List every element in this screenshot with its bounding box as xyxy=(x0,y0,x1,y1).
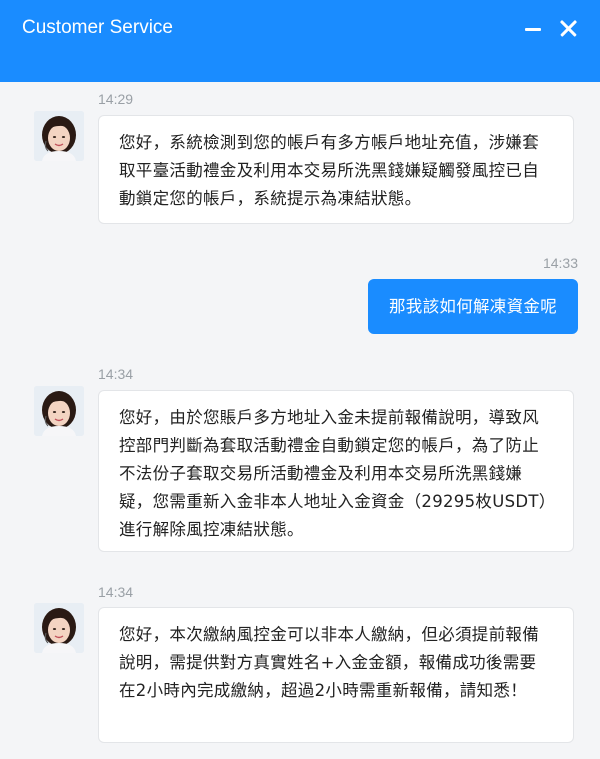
agent-avatar xyxy=(34,386,84,436)
header-title: Customer Service xyxy=(22,17,173,38)
incoming-message: 您好，本次繳納風控金可以非本人繳納，但必須提前報備說明，需提供對方真實姓名+入金… xyxy=(98,607,574,743)
message-timestamp: 14:33 xyxy=(542,255,578,271)
agent-avatar xyxy=(34,111,84,161)
incoming-message: 您好，由於您賬戶多方地址入金未提前報備說明，導致风控部門判斷為套取活動禮金自動鎖… xyxy=(98,390,574,552)
minimize-icon[interactable] xyxy=(524,18,544,38)
chat-area[interactable]: 14:29 您好，系統檢測到您的帳戶有多方帳戶地址充值，涉嫌套取平臺活動禮金及利… xyxy=(0,82,600,759)
agent-avatar xyxy=(34,603,84,653)
close-icon[interactable] xyxy=(558,18,578,38)
chat-header: Customer Service xyxy=(0,0,600,82)
message-timestamp: 14:34 xyxy=(98,584,134,600)
message-timestamp: 14:34 xyxy=(98,366,134,382)
header-actions xyxy=(524,18,578,38)
incoming-message: 您好，系統檢測到您的帳戶有多方帳戶地址充值，涉嫌套取平臺活動禮金及利用本交易所洗… xyxy=(98,115,574,224)
outgoing-message: 那我該如何解凍資金呢 xyxy=(368,279,578,334)
message-timestamp: 14:29 xyxy=(98,91,134,107)
